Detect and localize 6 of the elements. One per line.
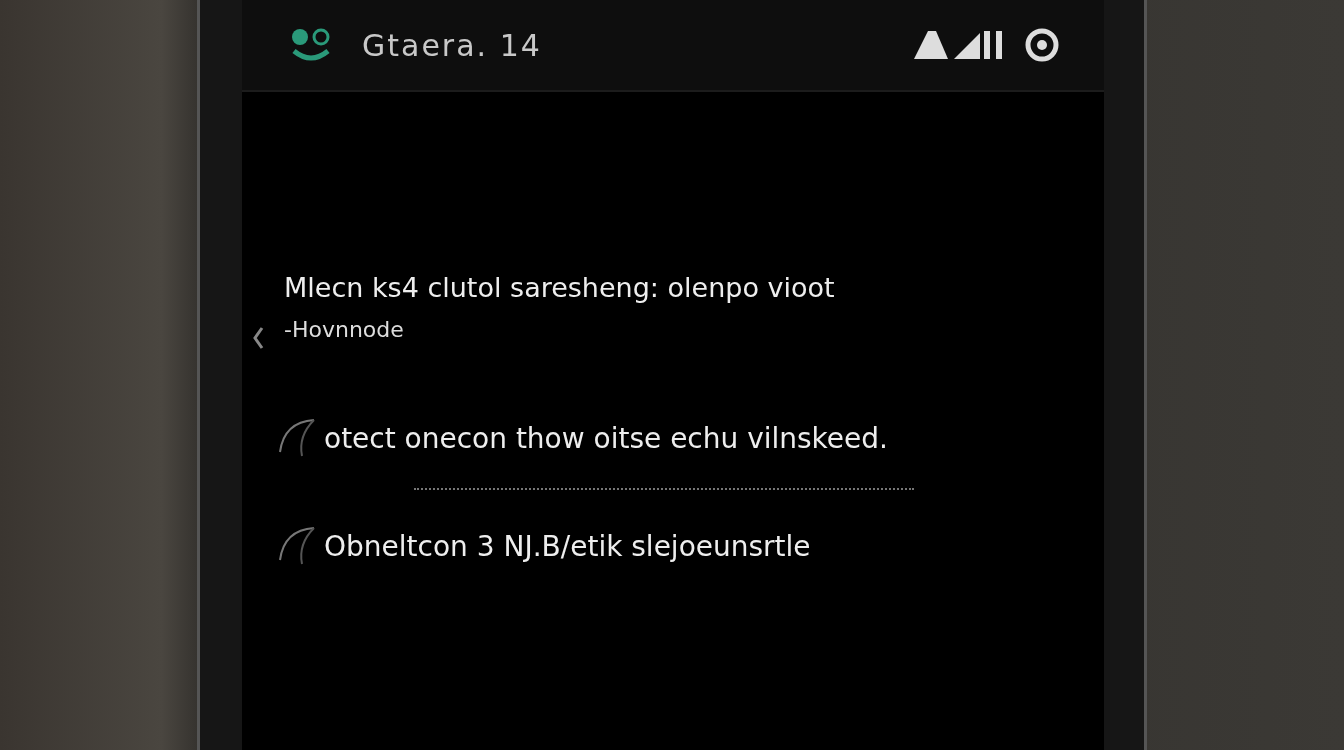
intro-text: Mlecn ks4 clutol saresheng: olenpo vioot <box>284 272 836 303</box>
list-item-text[interactable]: Obneltcon 3 NJ.B/etik slejoeunsrtle <box>324 529 811 563</box>
list-item-text[interactable]: otect onecon thow oitse echu vilnskeed. <box>324 421 888 455</box>
back-chevron-icon[interactable] <box>252 326 264 350</box>
intro-subtext: -Hovnnode <box>284 317 405 342</box>
app-title: Gtaera. 14 <box>362 27 543 63</box>
